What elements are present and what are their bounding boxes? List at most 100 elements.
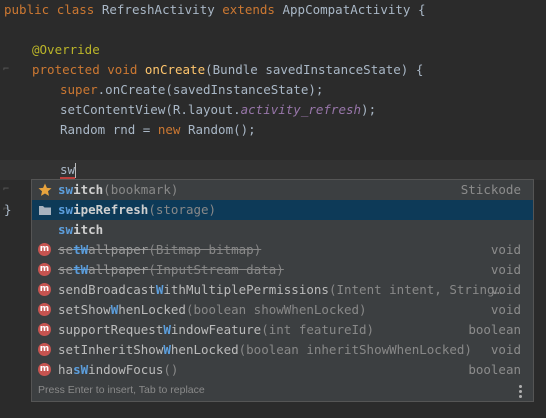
method-icon: m <box>38 303 52 317</box>
completion-item-type: Stickode <box>460 182 521 197</box>
method-icon: m <box>38 243 52 257</box>
name-rest: itch <box>73 182 104 197</box>
name-prefix: ha <box>58 362 74 377</box>
completion-item-type: boolean <box>468 362 521 377</box>
code-line-random[interactable]: Random rnd = new Random(); <box>60 120 256 140</box>
completion-hint-text: Press Enter to insert, Tab to replace <box>38 384 205 396</box>
completion-item-name: setShowWhenLocked(boolean showWhenLocked… <box>58 300 367 320</box>
completion-item[interactable]: m supportRequestWindowFeature(int feature… <box>32 320 533 340</box>
completion-item[interactable]: m hasWindowFocus() boolean <box>32 360 533 380</box>
keyword: protected <box>32 62 100 77</box>
completion-item-signature: (storage) <box>148 202 217 217</box>
name-rest: itch <box>73 222 104 237</box>
name-rest: allpaper <box>88 262 149 277</box>
method-icon: m <box>38 363 52 377</box>
text-caret <box>75 163 77 178</box>
name-prefix: setInheritShow <box>58 342 164 357</box>
keyword: super <box>60 82 98 97</box>
parent-class-name: AppCompatActivity <box>282 2 411 17</box>
method-icon: m <box>38 343 52 357</box>
code-line-class-decl[interactable]: public class RefreshActivity extends App… <box>4 0 426 20</box>
name-match: sw <box>58 222 74 237</box>
completion-item-name: sendBroadcastWithMultiplePermissions(Int… <box>58 280 502 300</box>
completion-item-signature: () <box>163 362 179 377</box>
completion-item-name: supportRequestWindowFeature(int featureI… <box>58 320 374 340</box>
completion-item[interactable]: swipeRefresh(storage) <box>32 200 533 220</box>
brace: { <box>417 2 426 17</box>
code-line-annotation[interactable]: @Override <box>32 40 100 60</box>
code-line-super-call[interactable]: super.onCreate(savedInstanceState); <box>60 80 323 100</box>
completion-item[interactable]: m setWallpaper(InputStream data) void <box>32 260 533 280</box>
completion-item-type: void <box>490 262 521 277</box>
name-prefix: se <box>58 262 74 277</box>
statement-text: setContentView(R.layout. <box>60 102 241 117</box>
completion-item[interactable]: m setShowWhenLocked(boolean showWhenLocke… <box>32 300 533 320</box>
completion-item-signature: (boolean inheritShowWhenLocked) <box>238 342 472 357</box>
completion-item[interactable]: m setInheritShowWhenLocked(boolean inheri… <box>32 340 533 360</box>
completion-item-name: setWallpaper(Bitmap bitmap) <box>58 240 261 260</box>
code-line-method-decl[interactable]: protected void onCreate(Bundle savedInst… <box>32 60 423 80</box>
statement-text: = <box>135 122 158 137</box>
method-icon: m <box>38 283 52 297</box>
current-line-highlight <box>0 160 546 180</box>
method-letter: m <box>38 283 51 296</box>
name-prefix: se <box>58 242 74 257</box>
method-letter: m <box>38 243 51 256</box>
name-match: W <box>163 322 171 337</box>
method-letter: m <box>38 343 51 356</box>
name-rest: ithMultiplePermissions <box>163 282 329 297</box>
completion-item[interactable]: switch(bookmark) Stickode <box>32 180 533 200</box>
keyword: public <box>4 2 50 17</box>
completion-footer: Press Enter to insert, Tab to replace <box>32 380 533 401</box>
statement-text: ); <box>361 102 377 117</box>
statement-text: .onCreate(savedInstanceState); <box>97 82 324 97</box>
class-name: RefreshActivity <box>101 2 215 17</box>
completion-item-name: setWallpaper(InputStream data) <box>58 260 284 280</box>
name-rest: indowFeature <box>170 322 262 337</box>
statement-text: Random(); <box>180 122 256 137</box>
code-line-closing-brace[interactable]: } <box>4 200 12 220</box>
name-rest: ipeRefresh <box>73 202 149 217</box>
annotation: @Override <box>32 42 100 57</box>
method-params: (Bundle savedInstanceState) { <box>205 62 424 77</box>
name-rest: allpaper <box>88 242 149 257</box>
completion-item-name: switch(bookmark) <box>58 180 178 200</box>
completion-item-signature: (Intent intent, String… <box>328 282 503 297</box>
method-icon: m <box>38 263 52 277</box>
keyword: class <box>56 2 95 17</box>
method-letter: m <box>38 263 51 276</box>
brace: } <box>4 202 12 217</box>
completion-item[interactable]: m sendBroadcastWithMultiplePermissions(In… <box>32 280 533 300</box>
name-rest: henLocked <box>170 342 239 357</box>
fold-marker-icon[interactable]: ⌐ <box>3 185 9 195</box>
method-letter: m <box>38 303 51 316</box>
name-match: sw <box>58 202 74 217</box>
name-match: sW <box>73 362 89 377</box>
type-name: Random <box>60 122 113 137</box>
completion-item[interactable]: m setWallpaper(Bitmap bitmap) void <box>32 240 533 260</box>
code-line-set-content-view[interactable]: setContentView(R.layout.activity_refresh… <box>60 100 376 120</box>
completion-item-type: void <box>490 302 521 317</box>
bookmark-star-icon <box>38 183 52 197</box>
method-letter: m <box>38 363 51 376</box>
name-match: sw <box>58 182 74 197</box>
code-completion-popup[interactable]: switch(bookmark) Stickode swipeRefresh(sto… <box>31 179 534 402</box>
completion-item[interactable]: switch <box>32 220 533 240</box>
more-options-icon[interactable] <box>519 385 523 400</box>
keyword: void <box>107 62 138 77</box>
code-line-typing[interactable]: sw <box>60 160 77 180</box>
folder-icon <box>38 203 52 217</box>
keyword: extends <box>222 2 275 17</box>
fold-marker-icon[interactable]: ⌐ <box>3 65 9 75</box>
typed-text: sw <box>60 162 76 179</box>
completion-item-signature: (boolean showWhenLocked) <box>185 302 367 317</box>
name-match: W <box>163 342 171 357</box>
completion-item-type: boolean <box>468 322 521 337</box>
completion-item-signature: (int featureId) <box>261 322 375 337</box>
completion-item-type: void <box>490 342 521 357</box>
keyword: new <box>157 122 181 137</box>
name-prefix: sendBroadcast <box>58 282 156 297</box>
method-name: onCreate <box>144 62 206 77</box>
name-match: tW <box>73 242 89 257</box>
completion-item-signature: (InputStream data) <box>148 262 284 277</box>
